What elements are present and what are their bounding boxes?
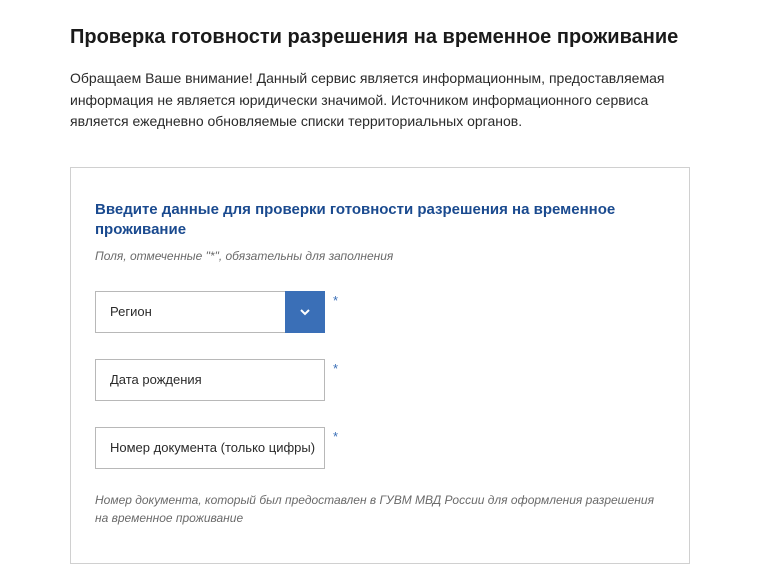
field-row-region: Регион * bbox=[95, 291, 665, 333]
region-label: Регион bbox=[96, 304, 285, 319]
docnum-label: Номер документа (только цифры) bbox=[96, 440, 324, 455]
field-row-docnum: Номер документа (только цифры) * bbox=[95, 427, 665, 469]
required-asterisk: * bbox=[333, 293, 338, 308]
region-select[interactable]: Регион bbox=[95, 291, 325, 333]
intro-text: Обращаем Ваше внимание! Данный сервис яв… bbox=[70, 68, 690, 133]
required-note: Поля, отмеченные "*", обязательны для за… bbox=[95, 249, 665, 263]
form-panel: Введите данные для проверки готовности р… bbox=[70, 167, 690, 564]
docnum-hint: Номер документа, который был предоставле… bbox=[95, 491, 665, 527]
dropdown-button[interactable] bbox=[285, 291, 325, 333]
birthdate-input[interactable]: Дата рождения bbox=[95, 359, 325, 401]
required-asterisk: * bbox=[333, 429, 338, 444]
docnum-input[interactable]: Номер документа (только цифры) bbox=[95, 427, 325, 469]
chevron-down-icon bbox=[298, 305, 312, 319]
required-asterisk: * bbox=[333, 361, 338, 376]
birthdate-label: Дата рождения bbox=[96, 372, 324, 387]
page-title: Проверка готовности разрешения на времен… bbox=[70, 24, 690, 50]
field-row-birthdate: Дата рождения * bbox=[95, 359, 665, 401]
form-heading: Введите данные для проверки готовности р… bbox=[95, 200, 665, 241]
